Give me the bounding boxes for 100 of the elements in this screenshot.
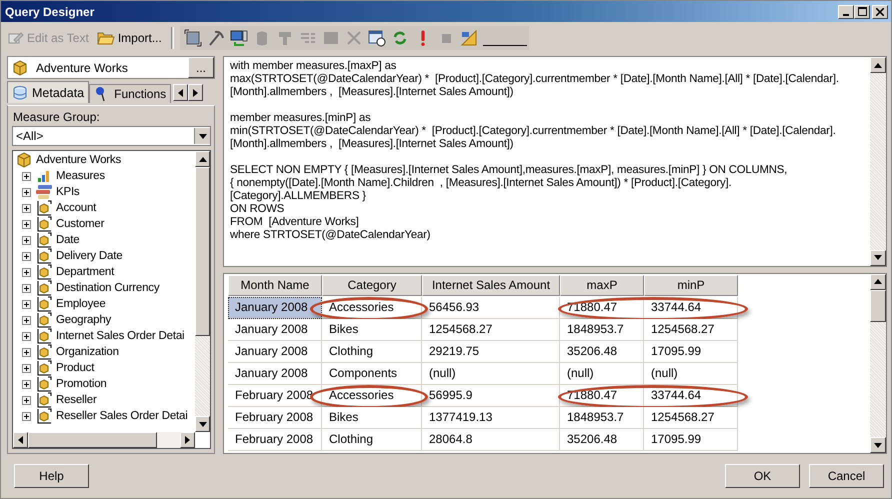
scrollbar[interactable] xyxy=(13,432,195,448)
query-line: [Month].allmembers , [Measures].[Internet Sales Amount]) xyxy=(230,138,514,151)
dimension-icon xyxy=(36,200,52,216)
expand-icon[interactable] xyxy=(22,316,31,324)
scroll-up-button[interactable] xyxy=(195,151,210,167)
scroll-down-button[interactable] xyxy=(870,437,886,453)
exclamation-icon xyxy=(421,30,426,46)
expand-icon[interactable] xyxy=(22,332,31,340)
tree-item[interactable]: Date xyxy=(36,232,80,248)
scrollbar[interactable] xyxy=(870,274,886,453)
tree-item[interactable]: Internet Sales Order Detai xyxy=(36,328,184,344)
tree-item[interactable]: Account xyxy=(36,200,96,216)
expand-icon[interactable] xyxy=(22,348,31,356)
expand-icon[interactable] xyxy=(22,188,31,196)
computer-icon xyxy=(230,29,248,47)
scroll-left-button[interactable] xyxy=(173,84,188,101)
expand-icon[interactable] xyxy=(22,172,31,180)
table-cell: 35206.48 xyxy=(560,428,644,451)
triangle-ruler-icon xyxy=(460,29,478,47)
column-header[interactable]: Category xyxy=(322,274,422,296)
tree-item[interactable]: Reseller Sales Order Detai xyxy=(36,408,188,424)
expand-icon[interactable] xyxy=(22,300,31,308)
query-line: max(STRTOSET(@DateCalendarYear) * [Product].[Category].currentmember * [Date].[Month Name].[All] * [Date].[Calendar]. xyxy=(230,73,840,86)
tree-item[interactable]: KPIs xyxy=(36,184,80,200)
scrollbar[interactable] xyxy=(195,151,210,432)
expand-icon[interactable] xyxy=(22,412,31,420)
import-button[interactable]: Import... xyxy=(94,27,165,49)
scroll-left-button[interactable] xyxy=(13,432,28,448)
dimension-icon xyxy=(36,360,52,376)
column-header[interactable]: Internet Sales Amount xyxy=(422,274,560,296)
measure-group-label: Measure Group: xyxy=(12,110,101,124)
scroll-down-button[interactable] xyxy=(195,416,210,432)
tree-item[interactable]: Customer xyxy=(36,216,104,232)
column-header[interactable]: minP xyxy=(644,274,738,296)
scroll-thumb[interactable] xyxy=(28,432,158,448)
tree-item[interactable]: Product xyxy=(36,360,94,376)
scrollbar[interactable] xyxy=(870,57,886,266)
tree-item[interactable]: Department xyxy=(36,264,114,280)
frame-icon xyxy=(184,29,202,47)
delete-icon xyxy=(345,29,364,47)
scroll-thumb[interactable] xyxy=(870,290,886,322)
dimension-icon xyxy=(36,280,52,296)
tree-item[interactable]: Promotion xyxy=(36,376,107,392)
help-button[interactable]: Help xyxy=(14,464,89,488)
column-header[interactable]: Month Name xyxy=(228,274,322,296)
column-header[interactable]: maxP xyxy=(560,274,644,296)
table-cell: January 2008 xyxy=(228,362,322,385)
table-cell: (null) xyxy=(422,362,560,385)
tree-item[interactable]: Adventure Works xyxy=(16,152,195,168)
table-cell: (null) xyxy=(560,362,644,385)
tree-item[interactable]: Delivery Date xyxy=(36,248,122,264)
tree-item[interactable]: Organization xyxy=(36,344,119,360)
expand-icon[interactable] xyxy=(22,364,31,372)
window-title: Query Designer xyxy=(5,4,94,18)
scroll-thumb[interactable] xyxy=(195,167,210,336)
query-line: FROM [Adventure Works] xyxy=(230,216,360,229)
tree-item[interactable]: Employee xyxy=(36,296,106,312)
scroll-right-button[interactable] xyxy=(180,432,195,448)
dimension-icon xyxy=(36,296,52,312)
table-cell: February 2008 xyxy=(228,406,322,429)
down-arrow-icon xyxy=(874,255,882,260)
scroll-right-button[interactable] xyxy=(188,84,204,101)
table-cell: 1377419.13 xyxy=(422,406,560,429)
table-cell: 28064.8 xyxy=(422,428,560,451)
tree-item[interactable]: Destination Currency xyxy=(36,280,160,296)
query-editor[interactable] xyxy=(223,56,887,267)
scroll-up-button[interactable] xyxy=(870,57,886,73)
expand-icon[interactable] xyxy=(22,396,31,404)
folder-icon xyxy=(96,31,115,45)
tree-item[interactable]: Reseller xyxy=(36,392,97,408)
tree-item[interactable]: Measures xyxy=(36,168,105,184)
maximize-button[interactable] xyxy=(854,4,870,18)
scroll-up-button[interactable] xyxy=(870,274,886,290)
query-line: { nonempty([Date].[Month Name].Children , [Measures].[Internet Sales Amount]) * [Product].[Category]. xyxy=(230,177,732,190)
measure-group-dropdown[interactable]: <All> xyxy=(12,126,211,146)
right-arrow-icon xyxy=(193,88,198,96)
expand-icon[interactable] xyxy=(22,252,31,260)
cancel-button[interactable]: Cancel xyxy=(809,464,884,488)
expand-icon[interactable] xyxy=(22,220,31,228)
expand-icon[interactable] xyxy=(22,236,31,244)
table-cell: 29219.75 xyxy=(422,340,560,363)
expand-icon[interactable] xyxy=(22,204,31,212)
expand-icon[interactable] xyxy=(22,284,31,292)
parameter-icon xyxy=(368,29,386,47)
tab[interactable]: Functions xyxy=(89,84,172,103)
up-arrow-icon xyxy=(874,62,882,68)
table-cell: January 2008 xyxy=(228,340,322,363)
scroll-down-button[interactable] xyxy=(870,250,886,266)
tree-item[interactable]: Geography xyxy=(36,312,112,328)
tab[interactable]: Metadata xyxy=(7,81,90,103)
dimension-icon xyxy=(36,248,52,264)
expand-icon[interactable] xyxy=(22,380,31,388)
table-cell: Components xyxy=(322,362,422,385)
ok-button[interactable]: OK xyxy=(725,464,800,488)
query-line: [Month].allmembers , [Measures].[Internet Sales Amount]) xyxy=(230,86,514,99)
expand-icon[interactable] xyxy=(22,268,31,276)
close-button[interactable] xyxy=(872,4,888,18)
query-line: [Category].ALLMEMBERS } xyxy=(230,190,367,203)
dimension-icon xyxy=(36,328,52,344)
minimize-button[interactable] xyxy=(838,4,854,18)
